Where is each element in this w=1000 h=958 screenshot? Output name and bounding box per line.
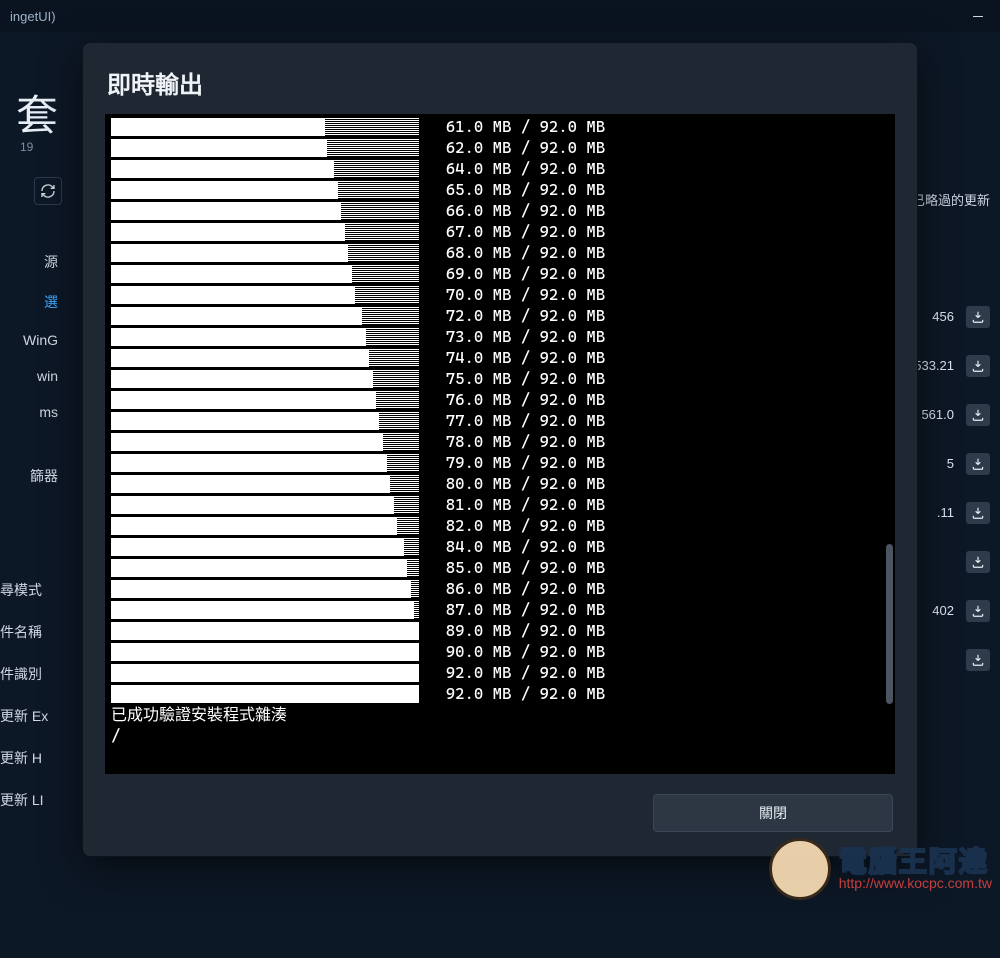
progress-line: 78.0 MB / 92.0 MB bbox=[111, 431, 889, 452]
progress-line: 80.0 MB / 92.0 MB bbox=[111, 473, 889, 494]
modal-overlay: 即時輸出 61.0 MB / 92.0 MB 62.0 MB / 92.0 MB… bbox=[0, 32, 1000, 958]
progress-line: 79.0 MB / 92.0 MB bbox=[111, 452, 889, 473]
progress-line: 64.0 MB / 92.0 MB bbox=[111, 158, 889, 179]
window-title: ingetUI) bbox=[10, 9, 56, 24]
progress-line: 84.0 MB / 92.0 MB bbox=[111, 536, 889, 557]
progress-line: 70.0 MB / 92.0 MB bbox=[111, 284, 889, 305]
progress-line: 61.0 MB / 92.0 MB bbox=[111, 116, 889, 137]
refresh-button[interactable] bbox=[34, 177, 62, 205]
package-version: 456 bbox=[932, 309, 954, 324]
filter-label: 更新 LI bbox=[0, 790, 70, 810]
dialog-title: 即時輸出 bbox=[83, 65, 917, 114]
package-version: 5 bbox=[947, 456, 954, 471]
live-output-dialog: 即時輸出 61.0 MB / 92.0 MB 62.0 MB / 92.0 MB… bbox=[82, 42, 918, 857]
progress-line: 87.0 MB / 92.0 MB bbox=[111, 599, 889, 620]
progress-line: 82.0 MB / 92.0 MB bbox=[111, 515, 889, 536]
download-icon[interactable] bbox=[966, 551, 990, 573]
download-icon[interactable] bbox=[966, 355, 990, 377]
progress-line: 72.0 MB / 92.0 MB bbox=[111, 305, 889, 326]
page-subtitle: 19 bbox=[20, 140, 33, 154]
download-icon[interactable] bbox=[966, 649, 990, 671]
progress-line: 62.0 MB / 92.0 MB bbox=[111, 137, 889, 158]
filter-label: 更新 Ex bbox=[0, 706, 70, 726]
download-icon[interactable] bbox=[966, 306, 990, 328]
spinner-char: / bbox=[111, 725, 889, 746]
progress-line: 74.0 MB / 92.0 MB bbox=[111, 347, 889, 368]
filters-header: 篩器 bbox=[0, 456, 60, 496]
terminal-scrollbar[interactable] bbox=[886, 544, 893, 704]
progress-line: 66.0 MB / 92.0 MB bbox=[111, 200, 889, 221]
terminal-output[interactable]: 61.0 MB / 92.0 MB 62.0 MB / 92.0 MB 64.0… bbox=[105, 114, 895, 774]
download-icon[interactable] bbox=[966, 600, 990, 622]
progress-line: 77.0 MB / 92.0 MB bbox=[111, 410, 889, 431]
ignored-updates-label[interactable]: 已略過的更新 bbox=[912, 190, 990, 209]
filter-label: 件識別 bbox=[0, 664, 70, 684]
sources-header: 源 bbox=[0, 242, 60, 282]
download-icon[interactable] bbox=[966, 502, 990, 524]
download-icon[interactable] bbox=[966, 453, 990, 475]
progress-line: 65.0 MB / 92.0 MB bbox=[111, 179, 889, 200]
window-titlebar: ingetUI) bbox=[0, 0, 1000, 32]
close-button-label: 關閉 bbox=[759, 803, 787, 823]
progress-line: 76.0 MB / 92.0 MB bbox=[111, 389, 889, 410]
source-item[interactable]: ms bbox=[0, 394, 60, 430]
progress-line: 86.0 MB / 92.0 MB bbox=[111, 578, 889, 599]
progress-line: 73.0 MB / 92.0 MB bbox=[111, 326, 889, 347]
package-version: 402 bbox=[932, 603, 954, 618]
progress-line: 92.0 MB / 92.0 MB bbox=[111, 683, 889, 704]
filter-label: 尋模式 bbox=[0, 580, 70, 600]
filter-labels: 尋模式件名稱件識別更新 Ex 更新 H 更新 LI bbox=[0, 580, 70, 810]
filter-label: 件名稱 bbox=[0, 622, 70, 642]
package-version: .11 bbox=[937, 505, 954, 520]
source-item[interactable]: 選 bbox=[0, 282, 60, 322]
close-button[interactable]: 關閉 bbox=[653, 794, 893, 832]
window-controls bbox=[966, 6, 990, 26]
source-item[interactable]: WinG bbox=[0, 322, 60, 358]
source-item[interactable]: win bbox=[0, 358, 60, 394]
minimize-button[interactable] bbox=[966, 6, 990, 26]
progress-line: 69.0 MB / 92.0 MB bbox=[111, 263, 889, 284]
progress-line: 81.0 MB / 92.0 MB bbox=[111, 494, 889, 515]
progress-line: 67.0 MB / 92.0 MB bbox=[111, 221, 889, 242]
download-icon[interactable] bbox=[966, 404, 990, 426]
progress-line: 75.0 MB / 92.0 MB bbox=[111, 368, 889, 389]
package-version: 561.0 bbox=[921, 407, 954, 422]
page-title: 套 bbox=[16, 82, 58, 143]
verify-message: 已成功驗證安裝程式雜湊 bbox=[111, 704, 889, 725]
filter-label: 更新 H bbox=[0, 748, 70, 768]
progress-line: 89.0 MB / 92.0 MB bbox=[111, 620, 889, 641]
progress-line: 68.0 MB / 92.0 MB bbox=[111, 242, 889, 263]
progress-line: 85.0 MB / 92.0 MB bbox=[111, 557, 889, 578]
progress-line: 90.0 MB / 92.0 MB bbox=[111, 641, 889, 662]
progress-line: 92.0 MB / 92.0 MB bbox=[111, 662, 889, 683]
